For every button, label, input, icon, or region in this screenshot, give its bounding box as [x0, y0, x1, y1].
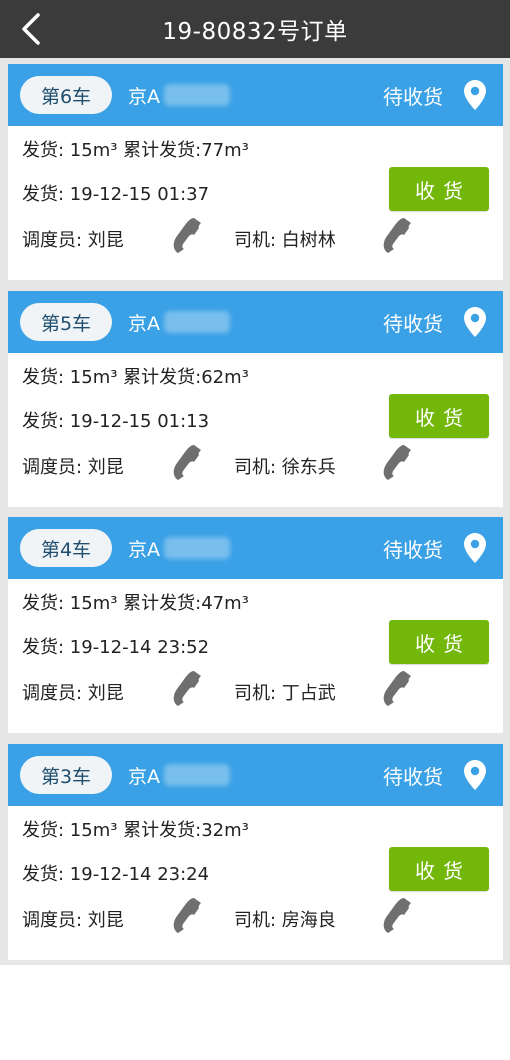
back-button[interactable]	[16, 12, 46, 46]
receive-button[interactable]: 收货	[389, 847, 489, 891]
status-label: 待收货	[383, 312, 443, 336]
driver-name: 司机: 徐东兵	[234, 457, 336, 478]
card-header: 第4车 京A 待收货	[8, 517, 503, 579]
page-title: 19-80832号订单	[162, 19, 348, 45]
order-card: 第4车 京A 待收货 发货: 15m³ 累计发货:47m³ 发货: 19-12-…	[8, 517, 503, 733]
status-label: 待收货	[383, 538, 443, 562]
order-list: 第6车 京A 待收货 发货: 15m³ 累计发货:77m³ 发货: 19-12-…	[0, 58, 510, 965]
car-number-badge: 第3车	[20, 756, 112, 794]
driver-name: 司机: 房海良	[234, 910, 336, 931]
shipment-volume: 发货: 15m³ 累计发货:32m³	[22, 820, 249, 841]
location-pin-icon[interactable]	[463, 759, 487, 791]
plate-redacted	[164, 84, 230, 106]
plate-redacted	[164, 764, 230, 786]
shipment-volume: 发货: 15m³ 累计发货:62m³	[22, 367, 249, 388]
shipment-volume: 发货: 15m³ 累计发货:47m³	[22, 593, 249, 614]
receive-button[interactable]: 收货	[389, 167, 489, 211]
top-bar: 19-80832号订单	[0, 0, 510, 58]
chevron-left-icon	[22, 13, 40, 45]
phone-icon[interactable]	[168, 895, 208, 935]
plate-prefix: 京A	[128, 85, 160, 108]
plate-number: 京A	[128, 309, 230, 336]
shipment-volume: 发货: 15m³ 累计发货:77m³	[22, 140, 249, 161]
shipment-time: 发货: 19-12-14 23:24	[22, 864, 210, 885]
phone-icon[interactable]	[168, 668, 208, 708]
location-pin-icon[interactable]	[463, 306, 487, 338]
dispatcher-name: 调度员: 刘昆	[22, 910, 124, 931]
dispatcher-name: 调度员: 刘昆	[22, 457, 124, 478]
order-card: 第6车 京A 待收货 发货: 15m³ 累计发货:77m³ 发货: 19-12-…	[8, 64, 503, 280]
plate-prefix: 京A	[128, 312, 160, 335]
driver-name: 司机: 白树林	[234, 230, 336, 251]
plate-redacted	[164, 537, 230, 559]
car-number-badge: 第5车	[20, 303, 112, 341]
phone-icon[interactable]	[378, 215, 418, 255]
card-header: 第5车 京A 待收货	[8, 291, 503, 353]
plate-prefix: 京A	[128, 765, 160, 788]
order-card: 第5车 京A 待收货 发货: 15m³ 累计发货:62m³ 发货: 19-12-…	[8, 291, 503, 507]
car-number-badge: 第4车	[20, 529, 112, 567]
shipment-time: 发货: 19-12-14 23:52	[22, 637, 210, 658]
dispatcher-name: 调度员: 刘昆	[22, 683, 124, 704]
card-header: 第3车 京A 待收货	[8, 744, 503, 806]
phone-icon[interactable]	[168, 215, 208, 255]
dispatcher-name: 调度员: 刘昆	[22, 230, 124, 251]
location-pin-icon[interactable]	[463, 79, 487, 111]
driver-name: 司机: 丁占武	[234, 683, 336, 704]
phone-icon[interactable]	[168, 442, 208, 482]
order-card: 第3车 京A 待收货 发货: 15m³ 累计发货:32m³ 发货: 19-12-…	[8, 744, 503, 960]
shipment-time: 发货: 19-12-15 01:37	[22, 184, 210, 205]
phone-icon[interactable]	[378, 895, 418, 935]
status-label: 待收货	[383, 85, 443, 109]
receive-button[interactable]: 收货	[389, 620, 489, 664]
shipment-time: 发货: 19-12-15 01:13	[22, 411, 210, 432]
phone-icon[interactable]	[378, 442, 418, 482]
plate-number: 京A	[128, 762, 230, 789]
plate-redacted	[164, 311, 230, 333]
plate-number: 京A	[128, 535, 230, 562]
card-header: 第6车 京A 待收货	[8, 64, 503, 126]
status-label: 待收货	[383, 765, 443, 789]
car-number-badge: 第6车	[20, 76, 112, 114]
plate-prefix: 京A	[128, 538, 160, 561]
receive-button[interactable]: 收货	[389, 394, 489, 438]
location-pin-icon[interactable]	[463, 532, 487, 564]
plate-number: 京A	[128, 82, 230, 109]
phone-icon[interactable]	[378, 668, 418, 708]
